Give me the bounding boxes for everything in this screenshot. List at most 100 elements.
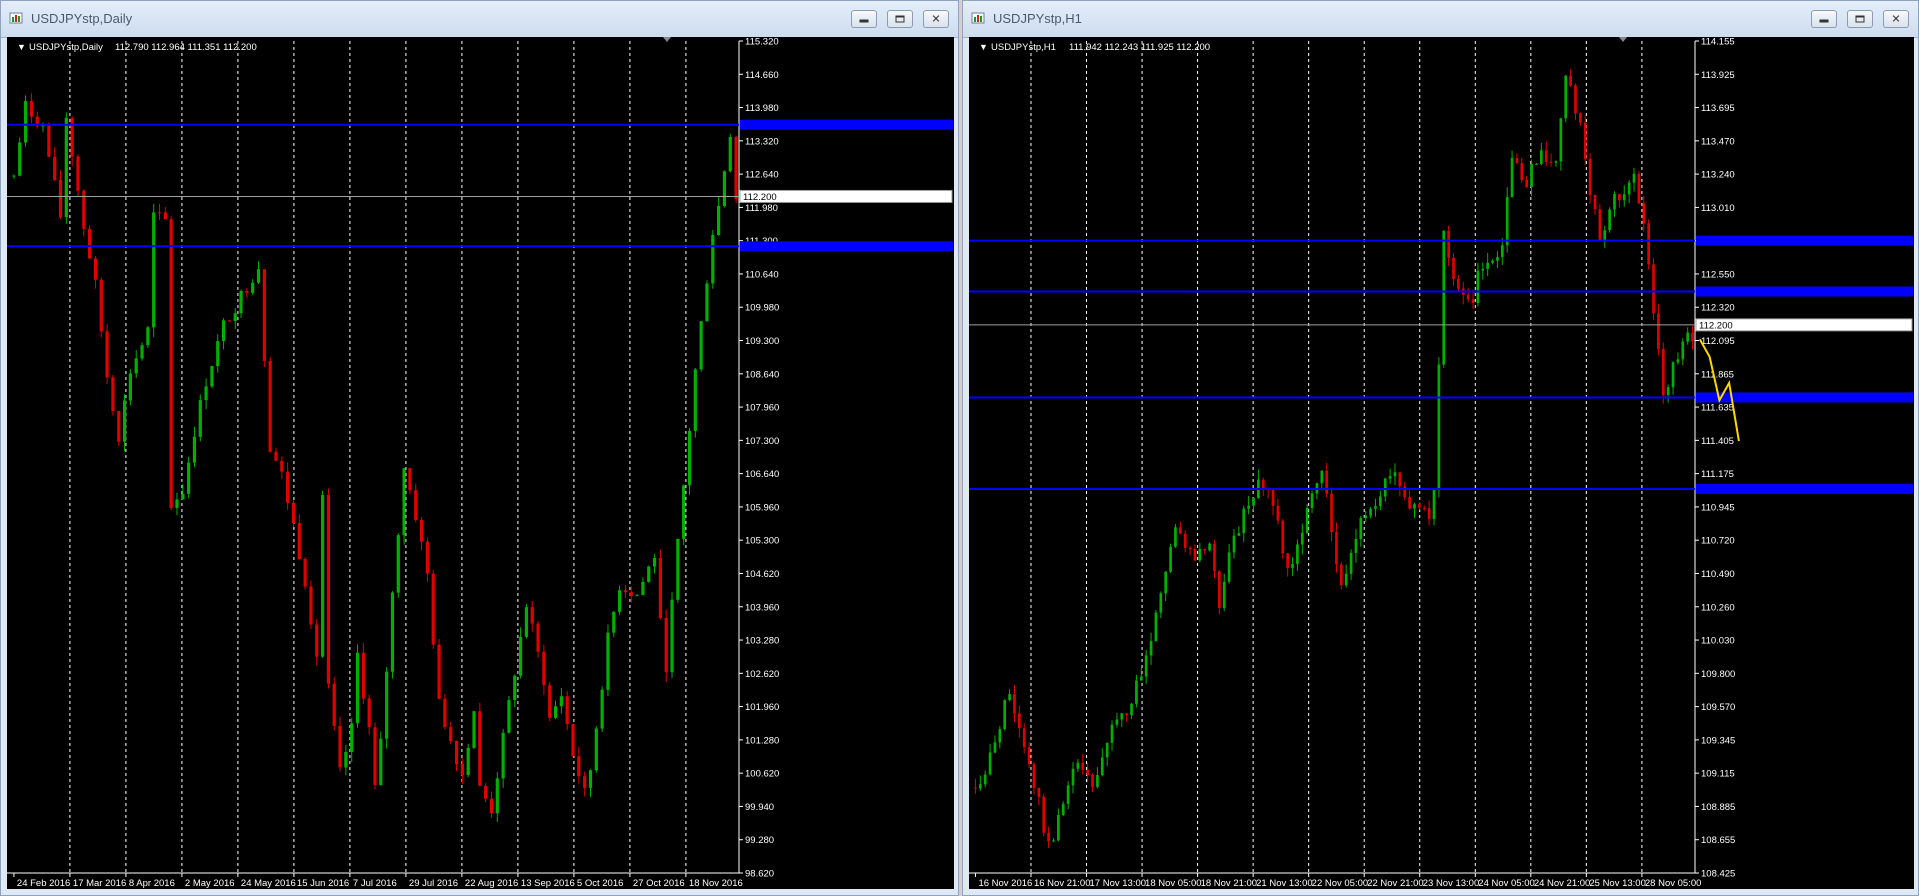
- price-tick-label: 106.640: [745, 469, 779, 480]
- candle-body: [449, 727, 453, 741]
- candle-body: [286, 471, 290, 503]
- candle-body: [993, 742, 997, 753]
- price-tick-label: 114.660: [745, 70, 779, 81]
- candle-body: [1198, 548, 1202, 561]
- candle-body: [280, 460, 284, 472]
- minimize-button[interactable]: [851, 10, 877, 28]
- candle-body: [1018, 713, 1021, 729]
- candle-body: [210, 366, 214, 387]
- candle-body: [1349, 552, 1353, 574]
- candle-body: [1154, 612, 1158, 642]
- candle-body: [548, 685, 552, 718]
- candle-body: [974, 787, 977, 789]
- candle-body: [682, 485, 686, 539]
- candle-body: [93, 258, 98, 280]
- candle-body: [117, 411, 121, 442]
- candle-body: [1622, 194, 1626, 201]
- candle-body: [320, 494, 325, 657]
- price-tick-label: 109.115: [1701, 769, 1735, 780]
- candle-body: [1369, 508, 1372, 516]
- price-tick-label: 100.620: [745, 769, 779, 780]
- candle-body: [1588, 159, 1592, 195]
- menu-triangle-icon[interactable]: ▼: [979, 42, 988, 52]
- candle-body: [326, 494, 331, 684]
- title-bar[interactable]: USDJPYstp,Daily: [1, 1, 958, 38]
- candle-body: [1666, 387, 1670, 396]
- candle-body: [1120, 713, 1124, 720]
- price-tick-label: 110.490: [1701, 569, 1735, 580]
- candle-body: [1583, 122, 1587, 160]
- price-tick-label: 107.300: [745, 436, 779, 447]
- candle-body: [437, 644, 441, 699]
- candle-body: [1139, 676, 1143, 681]
- menu-triangle-icon[interactable]: ▼: [17, 42, 26, 52]
- candle-body: [1183, 533, 1187, 548]
- symbol-label: USDJPYstp,Daily: [29, 42, 103, 53]
- time-tick-label: 5 Oct 2016: [577, 878, 623, 889]
- candle-body: [1520, 163, 1524, 180]
- candle-body: [1442, 230, 1446, 365]
- candle-body: [23, 101, 28, 143]
- time-tick-label: 28 Nov 05:00: [1645, 878, 1702, 889]
- candle-body: [1535, 163, 1538, 165]
- price-tick-label: 103.960: [745, 602, 779, 613]
- time-tick-label: 29 Jul 2016: [409, 878, 458, 889]
- price-tick-label: 101.960: [745, 702, 779, 713]
- candle-body: [1379, 496, 1382, 507]
- title-bar[interactable]: USDJPYstp,H1: [963, 1, 1918, 38]
- candle-body: [163, 212, 167, 220]
- price-tick-label: 107.960: [745, 403, 779, 414]
- candle-body: [1330, 493, 1333, 533]
- candle-body: [1013, 694, 1016, 714]
- candle-body: [1057, 814, 1060, 841]
- candle-body: [297, 523, 301, 559]
- candle-body: [47, 124, 51, 157]
- price-tick-label: 111.635: [1701, 403, 1734, 414]
- candle-body: [1676, 359, 1680, 363]
- ohlc-quote: 112.790 112.964 111.351 112.200: [115, 42, 257, 53]
- time-tick-label: 22 Aug 2016: [465, 878, 518, 889]
- candle-body: [373, 727, 377, 786]
- candle-body: [717, 205, 721, 235]
- candle-body: [1008, 694, 1011, 701]
- candle-body: [140, 345, 144, 359]
- candle-body: [629, 592, 633, 596]
- candle-body: [1496, 257, 1499, 261]
- candle-body: [734, 136, 738, 200]
- candle-body: [1432, 490, 1436, 519]
- window-title: USDJPYstp,Daily: [31, 11, 133, 26]
- close-button[interactable]: [1883, 10, 1909, 28]
- candle-body: [612, 611, 616, 633]
- candle-body: [1300, 532, 1304, 545]
- level-price-marker: [1696, 235, 1913, 246]
- candle-body: [1559, 118, 1563, 162]
- daily-candlestick-chart[interactable]: ▼ USDJPYstp,Daily 112.790 112.964 111.35…: [7, 37, 954, 889]
- maximize-button[interactable]: [1847, 10, 1873, 28]
- price-tick-label: 110.945: [1701, 502, 1735, 513]
- candle-body: [501, 732, 505, 779]
- minimize-button[interactable]: [1811, 10, 1837, 28]
- price-tick-label: 109.980: [745, 303, 779, 314]
- candle-body: [221, 320, 226, 342]
- candle-body: [18, 142, 22, 176]
- candle-body: [303, 558, 307, 587]
- candle-body: [216, 341, 220, 367]
- candle-body: [152, 212, 156, 328]
- candle-body: [588, 770, 593, 788]
- close-button[interactable]: [923, 10, 949, 28]
- candle-body: [711, 234, 715, 284]
- candle-body: [1486, 262, 1490, 269]
- candle-body: [58, 179, 63, 218]
- candle-body: [1447, 230, 1450, 258]
- candle-body: [1491, 260, 1494, 263]
- candle-body: [1096, 775, 1099, 787]
- candle-body: [1359, 518, 1363, 540]
- price-tick-label: 108.640: [745, 369, 779, 380]
- price-tick-label: 113.925: [1701, 70, 1735, 81]
- maximize-button[interactable]: [887, 10, 913, 28]
- time-tick-label: 22 Nov 21:00: [1367, 878, 1424, 889]
- price-tick-label: 109.300: [745, 336, 779, 347]
- candle-body: [1471, 299, 1475, 304]
- h1-candlestick-chart[interactable]: ▼ USDJPYstp,H1 111.942 112.243 111.925 1…: [969, 37, 1914, 889]
- candle-body: [1296, 544, 1299, 565]
